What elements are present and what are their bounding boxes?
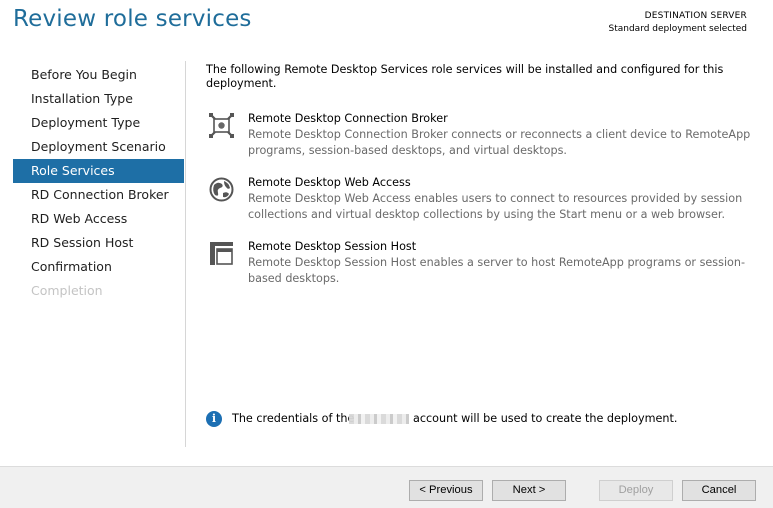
redacted-account-name [349,414,409,424]
nav-item-installation-type[interactable]: Installation Type [13,87,184,111]
service-name: Remote Desktop Web Access [248,176,411,189]
next-button[interactable]: Next > [492,480,566,501]
nav-item-deployment-type[interactable]: Deployment Type [13,111,184,135]
main-content: The following Remote Desktop Services ro… [206,63,754,285]
nav-item-rd-web-access[interactable]: RD Web Access [13,207,184,231]
previous-button[interactable]: < Previous [409,480,483,501]
wizard-nav: Before You Begin Installation Type Deplo… [13,63,184,303]
service-name: Remote Desktop Connection Broker [248,112,448,125]
nav-item-confirmation[interactable]: Confirmation [13,255,184,279]
nav-item-before-you-begin[interactable]: Before You Begin [13,63,184,87]
service-description: Remote Desktop Session Host enables a se… [248,256,746,285]
nav-divider [185,61,186,447]
nav-item-deployment-scenario[interactable]: Deployment Scenario [13,135,184,159]
note-text-end: account will be used to create the deplo… [413,412,678,425]
session-host-icon [209,241,234,266]
nav-item-role-services[interactable]: Role Services [13,159,184,183]
intro-text: The following Remote Desktop Services ro… [206,63,724,90]
nav-item-rd-connection-broker[interactable]: RD Connection Broker [13,183,184,207]
deploy-button: Deploy [599,480,673,501]
service-description: Remote Desktop Web Access enables users … [248,192,743,221]
cancel-button[interactable]: Cancel [682,480,756,501]
nav-item-completion: Completion [31,283,103,298]
page-title: Review role services [13,6,252,32]
note-text-start: The credentials of the [232,412,355,425]
nav-item-rd-session-host[interactable]: RD Session Host [13,231,184,255]
service-description: Remote Desktop Connection Broker connect… [248,128,751,157]
service-name: Remote Desktop Session Host [248,240,417,253]
wizard-footer: < Previous Next > Deploy Cancel [0,466,773,508]
info-icon: i [206,411,222,427]
destination-server-info: DESTINATION SERVER Standard deployment s… [609,10,748,36]
destination-server-value: Standard deployment selected [608,24,748,34]
web-access-globe-icon [209,177,234,202]
connection-broker-icon [209,113,234,138]
credentials-note: i The credentials of the account will be… [206,410,766,428]
destination-server-label: DESTINATION SERVER [644,11,747,21]
